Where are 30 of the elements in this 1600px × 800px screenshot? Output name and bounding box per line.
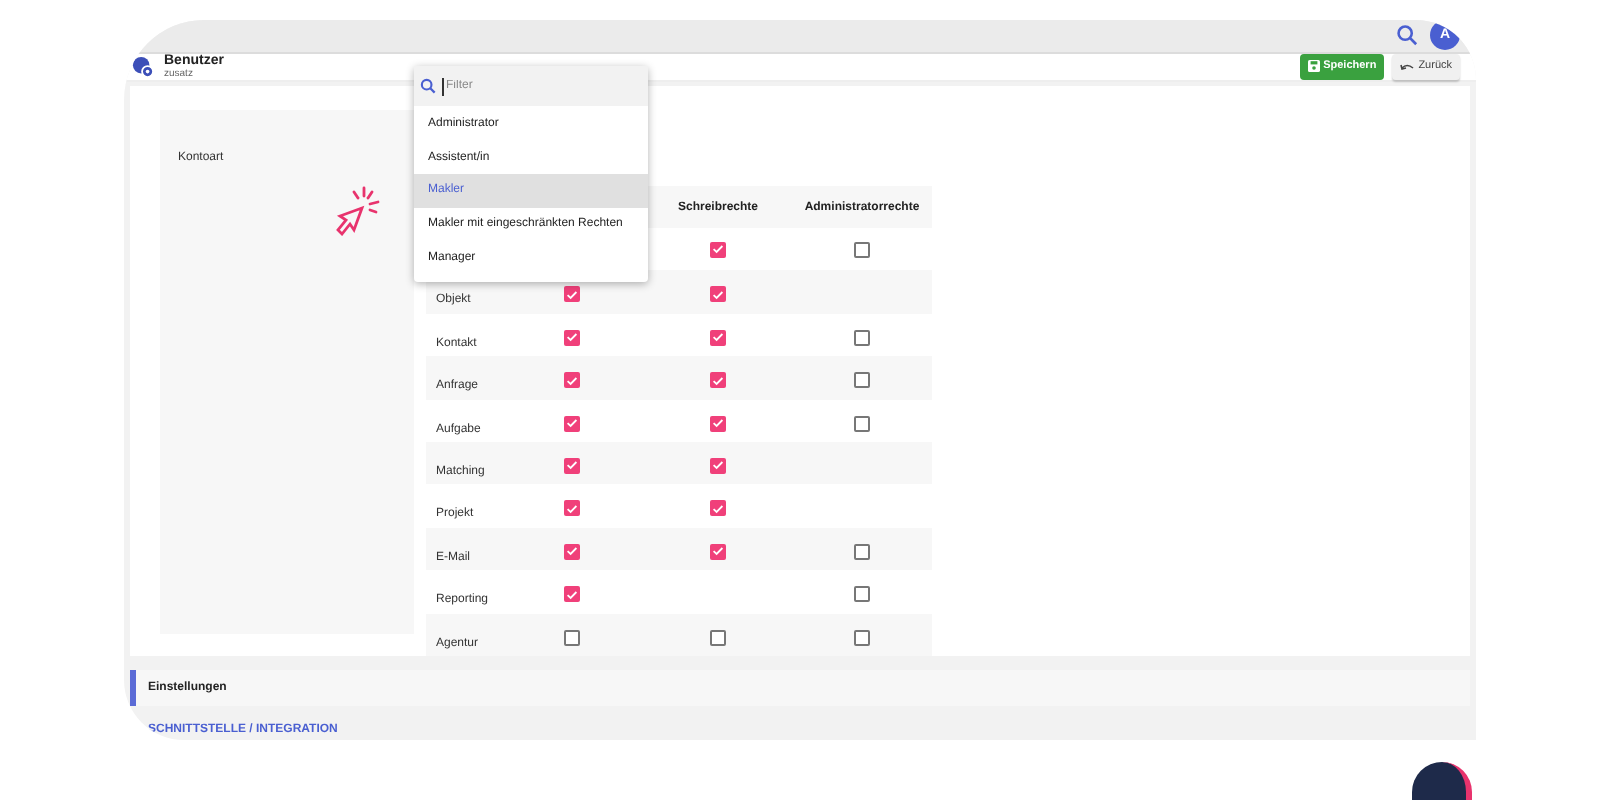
checkbox[interactable] [854,415,870,432]
checkbox[interactable] [710,457,726,474]
checkbox[interactable] [564,629,580,646]
checkbox[interactable] [710,500,726,517]
checkbox[interactable] [564,372,580,389]
checkbox[interactable] [564,457,580,474]
cursor-click-icon [334,184,382,236]
checkbox[interactable] [710,329,726,346]
checkbox[interactable] [710,286,726,303]
checkbox[interactable] [854,543,870,560]
checkbox[interactable] [710,629,726,646]
checkbox[interactable] [854,372,870,389]
checkbox[interactable] [564,586,580,603]
floating-button[interactable] [1412,762,1472,800]
checkbox[interactable] [564,500,580,517]
search-icon [420,78,436,94]
checkbox[interactable] [564,286,580,303]
checkbox[interactable] [710,415,726,432]
checkbox[interactable] [854,629,870,646]
checkbox[interactable] [854,329,870,346]
checkbox[interactable] [854,586,870,603]
checkbox[interactable] [564,415,580,432]
checkbox[interactable] [564,543,580,560]
undo-icon [1400,61,1415,72]
checkbox[interactable] [710,372,726,389]
search-icon[interactable] [1396,24,1418,47]
checkbox[interactable] [710,543,726,560]
checkbox[interactable] [564,329,580,346]
checkbox[interactable] [710,241,726,258]
checkbox[interactable] [854,241,870,258]
